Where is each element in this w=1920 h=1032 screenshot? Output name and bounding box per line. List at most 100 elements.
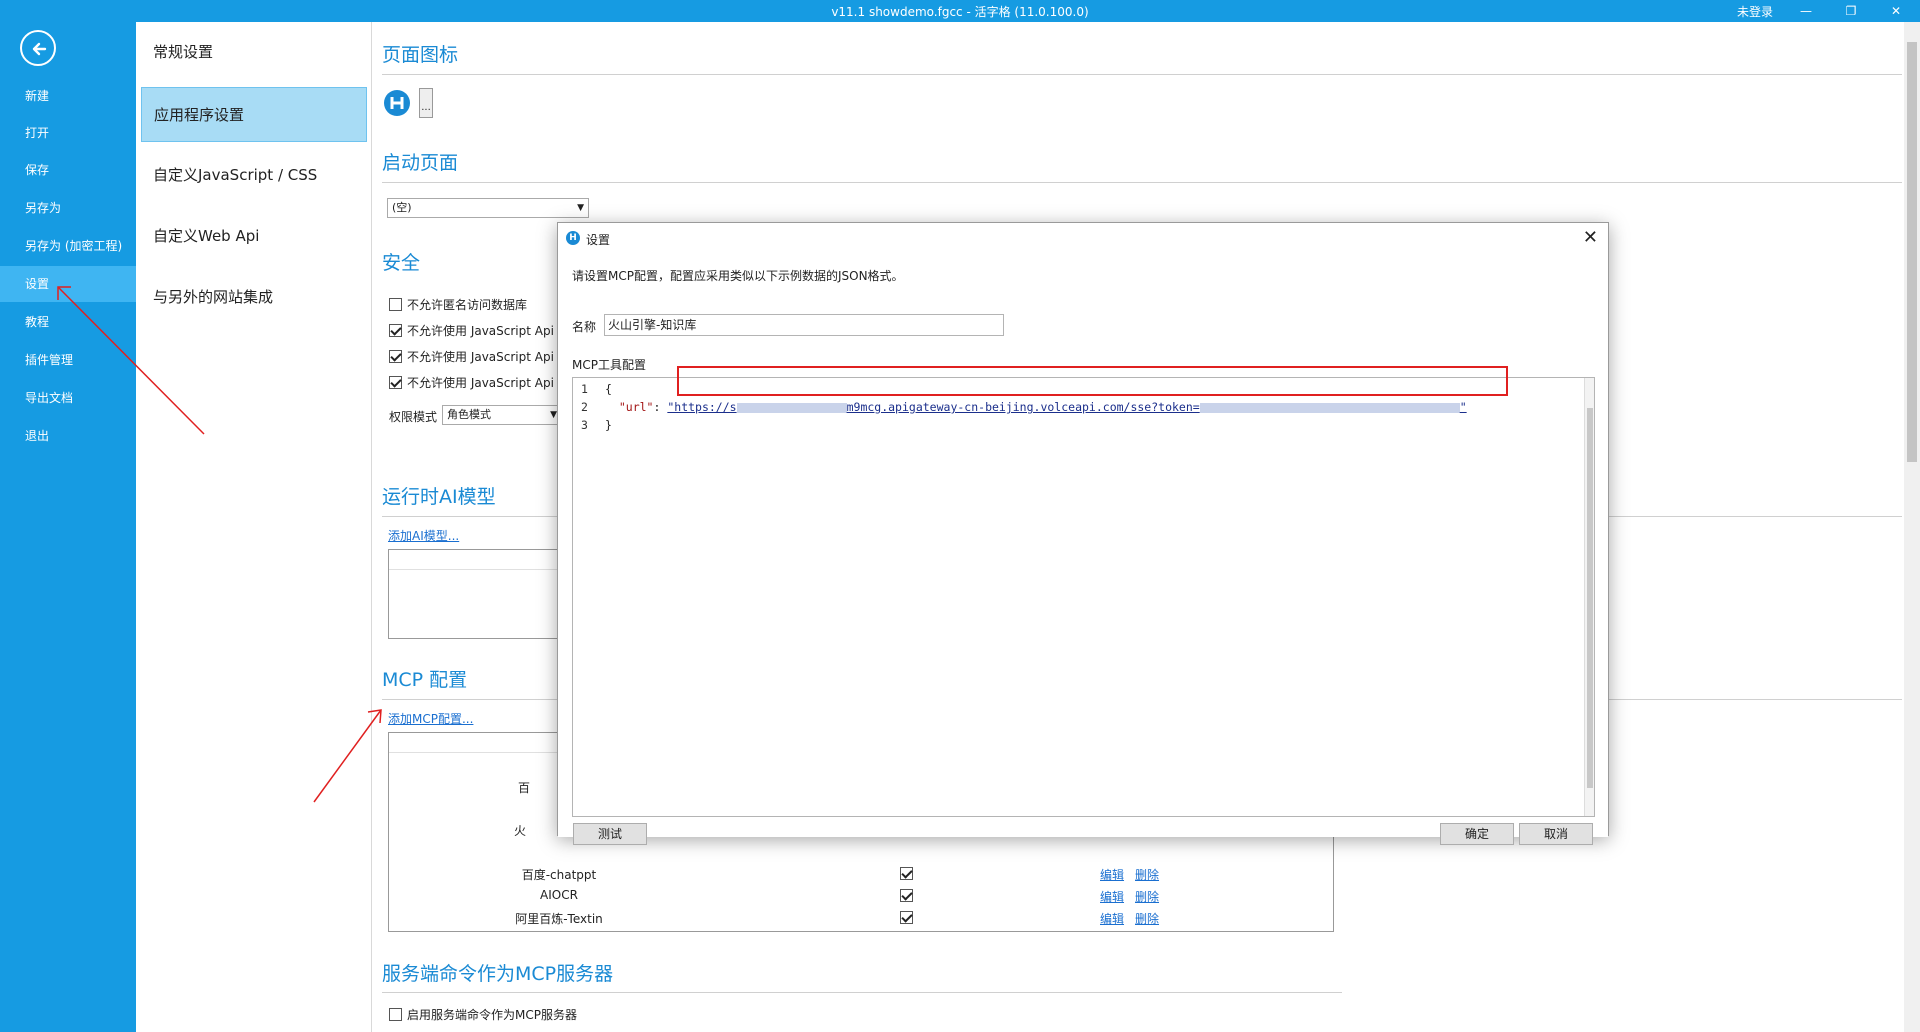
dialog-titlebar: H 设置 ✕ [558, 223, 1608, 253]
line-number: 2 [581, 400, 588, 414]
table-row[interactable]: 阿里百炼-Textin 编辑 删除 [389, 910, 1333, 928]
nav-save-as-encrypted[interactable]: 另存为 (加密工程) [0, 228, 136, 264]
security-check-row[interactable]: 不允许使用 JavaScript Api [389, 375, 554, 393]
permission-mode-label: 权限模式 [389, 410, 438, 424]
test-button[interactable]: 测试 [573, 823, 647, 845]
app-logo-icon: H [566, 231, 580, 245]
scrollbar-thumb[interactable] [1907, 42, 1917, 462]
minimize-button[interactable]: — [1786, 1, 1826, 21]
json-url-end: " [1459, 400, 1467, 414]
divider [382, 182, 1902, 183]
redacted-block [1199, 402, 1460, 413]
checkbox[interactable] [389, 298, 402, 311]
mcp-enabled-checkbox[interactable] [900, 911, 913, 924]
checkbox[interactable] [389, 350, 402, 363]
add-ai-model-link[interactable]: 添加AI模型... [388, 527, 459, 544]
table-row[interactable]: 百度-chatppt 编辑 删除 [389, 866, 1333, 884]
edit-link[interactable]: 编辑 [1100, 866, 1124, 883]
redacted-block [736, 402, 847, 413]
code-line: { [605, 382, 612, 396]
list-header [389, 550, 567, 570]
mcp-enabled-checkbox[interactable] [900, 867, 913, 880]
edit-link[interactable]: 编辑 [1100, 910, 1124, 927]
mcp-enabled-checkbox[interactable] [900, 889, 913, 902]
menu-custom-js-css[interactable]: 自定义JavaScript / CSS [141, 148, 367, 203]
permission-mode-value: 角色模式 [447, 408, 491, 421]
close-icon[interactable]: ✕ [1583, 227, 1598, 248]
permission-mode-select[interactable]: 角色模式 ▼ [442, 405, 562, 425]
name-input[interactable]: 火山引擎-知识库 [604, 314, 1004, 336]
mcp-config-label: MCP工具配置 [572, 358, 646, 372]
start-page-title: 启动页面 [382, 152, 459, 174]
nav-settings[interactable]: 设置 [0, 266, 136, 302]
menu-custom-web-api[interactable]: 自定义Web Api [141, 209, 367, 264]
nav-plugins[interactable]: 插件管理 [0, 342, 136, 378]
delete-link[interactable]: 删除 [1135, 866, 1159, 883]
window-titlebar: v11.1 showdemo.fgcc - 活字格 (11.0.100.0) 未… [0, 0, 1920, 22]
edit-link[interactable]: 编辑 [1100, 888, 1124, 905]
table-row[interactable]: AIOCR 编辑 删除 [389, 888, 1333, 906]
name-label: 名称 [572, 320, 597, 334]
close-window-button[interactable]: ✕ [1876, 1, 1916, 21]
code-line: "url": "https://s m9mcg.apigateway-cn-bei… [605, 400, 1467, 414]
nav-new[interactable]: 新建 [0, 78, 136, 114]
nav-export-docs[interactable]: 导出文档 [0, 380, 136, 416]
nav-exit[interactable]: 退出 [0, 418, 136, 454]
settings-menu: 常规设置 应用程序设置 自定义JavaScript / CSS 自定义Web A… [136, 22, 372, 1032]
chevron-down-icon: ▼ [550, 410, 557, 420]
nav-save[interactable]: 保存 [0, 152, 136, 188]
mcp-name: 阿里百炼-Textin [515, 912, 603, 926]
checkbox[interactable] [389, 1008, 402, 1021]
delete-link[interactable]: 删除 [1135, 888, 1159, 905]
divider [382, 74, 1902, 75]
login-status[interactable]: 未登录 [1737, 3, 1773, 20]
checkbox[interactable] [389, 324, 402, 337]
nav-tutorial[interactable]: 教程 [0, 304, 136, 340]
json-url-start: "https://s [667, 400, 737, 414]
page-scrollbar[interactable] [1904, 22, 1920, 1032]
checkbox-label: 不允许使用 JavaScript Api [407, 376, 554, 390]
security-check-row[interactable]: 不允许使用 JavaScript Api [389, 323, 554, 341]
checkbox[interactable] [389, 376, 402, 389]
json-editor[interactable]: 1 2 3 { "url": "https://s m9mcg.apigatewa… [572, 377, 1595, 817]
page-icon-title: 页面图标 [382, 44, 459, 66]
page-icon-browse-button[interactable]: ... [419, 88, 433, 118]
window-title: v11.1 showdemo.fgcc - 活字格 (11.0.100.0) [831, 5, 1089, 19]
ai-model-list[interactable] [388, 549, 568, 639]
delete-link[interactable]: 删除 [1135, 910, 1159, 927]
json-url-mid: m9mcg.apigateway-cn-beijing.volceapi.com… [846, 400, 1200, 414]
security-check-row[interactable]: 不允许使用 JavaScript Api [389, 349, 554, 367]
line-number: 3 [581, 418, 588, 432]
start-page-select[interactable]: (空) ▼ [387, 198, 589, 218]
code-line: } [605, 418, 612, 432]
ok-button[interactable]: 确定 [1440, 823, 1514, 845]
restore-button[interactable]: ❐ [1831, 1, 1871, 21]
editor-scrollbar[interactable] [1584, 378, 1594, 816]
chevron-down-icon: ▼ [577, 203, 584, 213]
back-button[interactable] [20, 30, 56, 66]
start-page-value: (空) [392, 201, 412, 214]
checkbox-label: 不允许使用 JavaScript Api [407, 324, 554, 338]
backstage-nav: 新建 打开 保存 另存为 另存为 (加密工程) 设置 教程 插件管理 导出文档 … [0, 22, 136, 1032]
json-colon: : [653, 400, 668, 414]
cancel-button[interactable]: 取消 [1519, 823, 1593, 845]
add-mcp-config-link[interactable]: 添加MCP配置... [388, 710, 473, 727]
mcp-config-title: MCP 配置 [382, 669, 468, 691]
checkbox-label: 启用服务端命令作为MCP服务器 [407, 1008, 577, 1022]
mcp-row-partial: 百 [518, 781, 531, 795]
nav-open[interactable]: 打开 [0, 115, 136, 151]
security-check-row[interactable]: 不允许匿名访问数据库 [389, 297, 527, 315]
scrollbar-thumb[interactable] [1587, 408, 1593, 788]
menu-general-settings[interactable]: 常规设置 [141, 25, 367, 80]
checkbox-label: 不允许使用 JavaScript Api [407, 350, 554, 364]
mcp-settings-dialog: H 设置 ✕ 请设置MCP配置，配置应采用类似以下示例数据的JSON格式。 名称… [557, 222, 1609, 845]
dialog-instruction: 请设置MCP配置，配置应采用类似以下示例数据的JSON格式。 [572, 269, 904, 283]
json-key: "url" [618, 400, 654, 414]
url-highlight-box [677, 366, 1508, 396]
menu-site-integration[interactable]: 与另外的网站集成 [141, 270, 367, 325]
mcp-server-check-row[interactable]: 启用服务端命令作为MCP服务器 [389, 1007, 577, 1025]
divider [382, 992, 1342, 993]
menu-app-settings[interactable]: 应用程序设置 [141, 87, 367, 142]
nav-save-as[interactable]: 另存为 [0, 190, 136, 226]
dialog-title: 设置 [586, 233, 611, 247]
